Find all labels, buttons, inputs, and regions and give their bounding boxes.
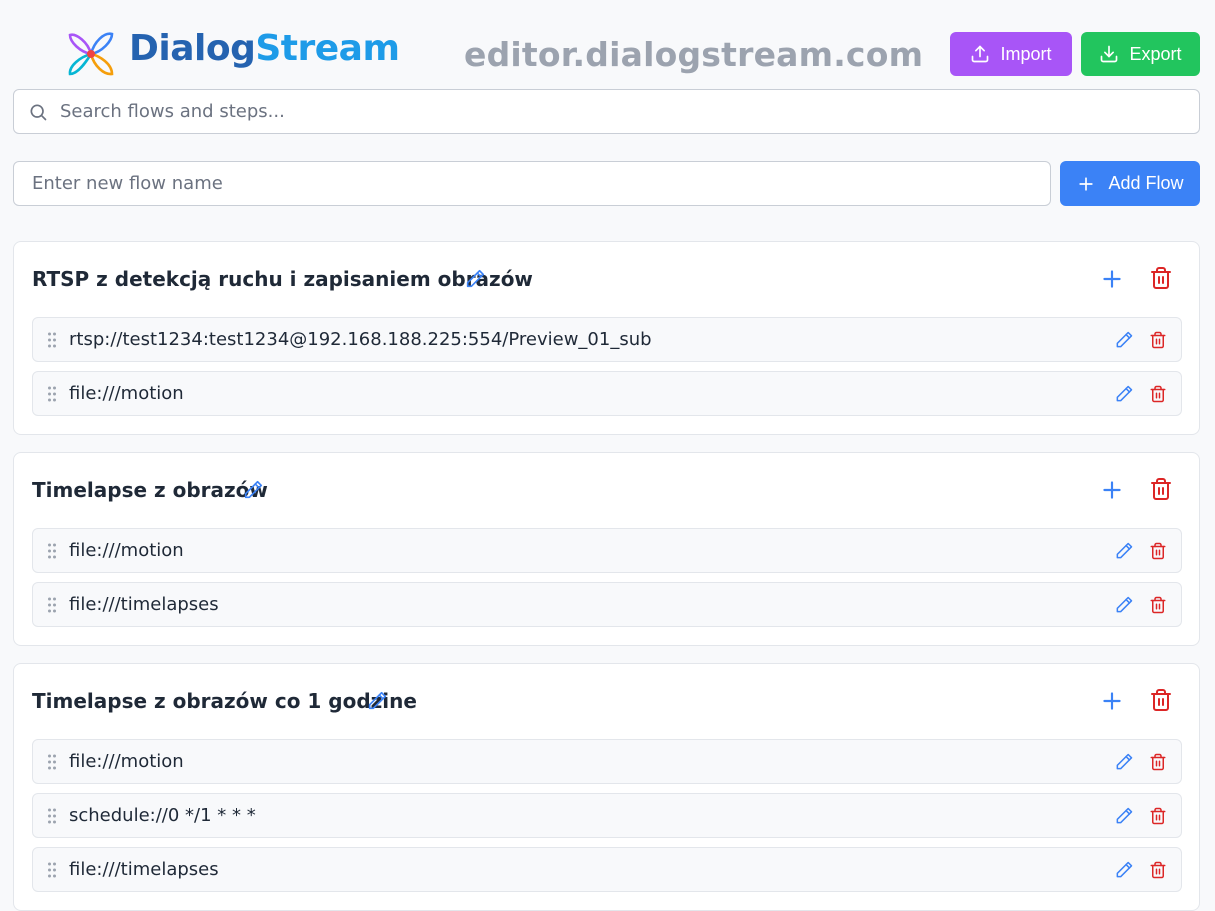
delete-step-trash-icon[interactable] [1149, 595, 1167, 615]
step-row: rtsp://test1234:test1234@192.168.188.225… [32, 317, 1182, 362]
edit-step-pencil-icon[interactable] [1114, 860, 1134, 880]
drag-handle-icon[interactable] [47, 332, 57, 348]
export-button-label: Export [1129, 43, 1182, 64]
edit-step-pencil-icon[interactable] [1114, 752, 1134, 772]
search-icon [30, 104, 47, 120]
step-row: file:///timelapses [32, 582, 1182, 627]
delete-flow-trash-icon[interactable] [1149, 265, 1173, 291]
delete-step-trash-icon[interactable] [1149, 806, 1167, 826]
drag-handle-icon[interactable] [47, 754, 57, 770]
logo-icon [68, 32, 114, 76]
step-text: file:///motion [69, 540, 184, 561]
add-flow-label: Add Flow [1108, 173, 1184, 193]
edit-step-pencil-icon[interactable] [1114, 595, 1134, 615]
step-row: file:///motion [32, 371, 1182, 416]
flow-card: RTSP z detekcją ruchu i zapisaniem obraz… [13, 241, 1200, 435]
delete-step-trash-icon[interactable] [1149, 541, 1167, 561]
step-text: rtsp://test1234:test1234@192.168.188.225… [69, 329, 652, 350]
delete-step-trash-icon[interactable] [1149, 752, 1167, 772]
flow-title: Timelapse z obrazów [32, 478, 268, 502]
edit-flow-pencil-icon[interactable] [464, 268, 486, 290]
edit-flow-pencil-icon[interactable] [366, 690, 388, 712]
upload-icon [972, 45, 989, 63]
step-row: file:///timelapses [32, 847, 1182, 892]
search-input[interactable] [60, 101, 1199, 122]
drag-handle-icon[interactable] [47, 597, 57, 613]
delete-step-trash-icon[interactable] [1149, 384, 1167, 404]
step-text: schedule://0 */1 * * * [69, 805, 256, 826]
step-row: file:///motion [32, 528, 1182, 573]
drag-handle-icon[interactable] [47, 808, 57, 824]
step-text: file:///motion [69, 383, 184, 404]
flow-card: Timelapse z obrazów co 1 godzine file://… [13, 663, 1200, 911]
add-step-plus-icon[interactable] [1099, 266, 1125, 292]
step-text: file:///timelapses [69, 594, 219, 615]
delete-flow-trash-icon[interactable] [1149, 476, 1173, 502]
drag-handle-icon[interactable] [47, 386, 57, 402]
search-box [13, 89, 1200, 134]
edit-step-pencil-icon[interactable] [1114, 806, 1134, 826]
step-row: file:///motion [32, 739, 1182, 784]
domain-label: editor.dialogstream.com [464, 35, 924, 74]
add-step-plus-icon[interactable] [1099, 477, 1125, 503]
app-header: DialogStream editor.dialogstream.com Imp… [0, 0, 1215, 88]
delete-step-trash-icon[interactable] [1149, 330, 1167, 350]
edit-flow-pencil-icon[interactable] [242, 479, 264, 501]
add-flow-button[interactable]: Add Flow [1060, 161, 1200, 206]
plus-icon [1079, 176, 1094, 191]
new-flow-name-input[interactable] [13, 161, 1051, 206]
edit-step-pencil-icon[interactable] [1114, 384, 1134, 404]
import-button-label: Import [1000, 43, 1052, 64]
step-text: file:///timelapses [69, 859, 219, 880]
delete-flow-trash-icon[interactable] [1149, 687, 1173, 713]
drag-handle-icon[interactable] [47, 543, 57, 559]
add-step-plus-icon[interactable] [1099, 688, 1125, 714]
flow-title: RTSP z detekcją ruchu i zapisaniem obraz… [32, 267, 533, 291]
edit-step-pencil-icon[interactable] [1114, 330, 1134, 350]
delete-step-trash-icon[interactable] [1149, 860, 1167, 880]
flow-title: Timelapse z obrazów co 1 godzine [32, 689, 417, 713]
step-text: file:///motion [69, 751, 184, 772]
brand-name: DialogStream [129, 28, 400, 69]
import-button[interactable]: Import [950, 32, 1072, 76]
download-icon [1101, 45, 1118, 63]
export-button[interactable]: Export [1081, 32, 1200, 76]
flow-card: Timelapse z obrazów file:///motion file:… [13, 452, 1200, 646]
step-row: schedule://0 */1 * * * [32, 793, 1182, 838]
drag-handle-icon[interactable] [47, 862, 57, 878]
edit-step-pencil-icon[interactable] [1114, 541, 1134, 561]
